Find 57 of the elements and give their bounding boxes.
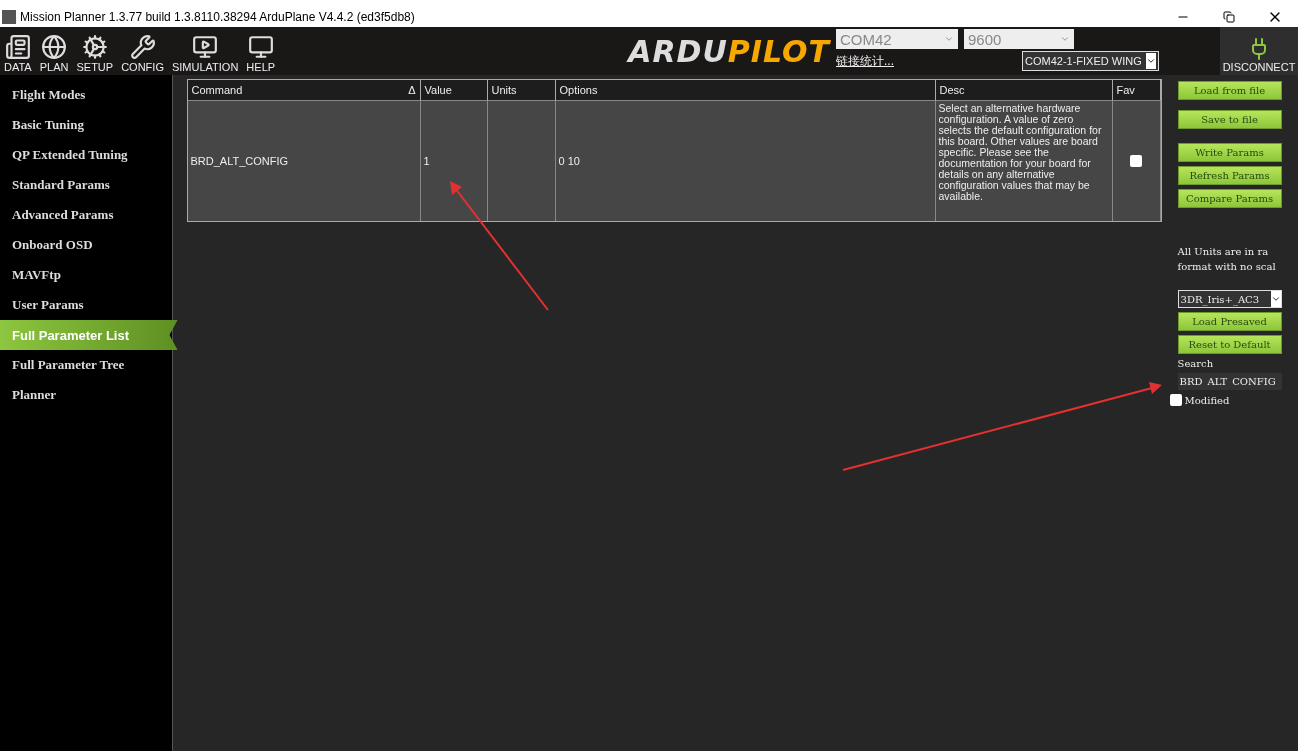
action-button[interactable]: Compare Params (1177, 189, 1282, 208)
wrench-icon (129, 34, 156, 60)
action-button[interactable]: Write Params (1177, 143, 1282, 162)
monitor-icon (247, 34, 274, 60)
sidebar-item[interactable]: Full Parameter Tree (0, 350, 172, 380)
column-header[interactable]: Options (555, 80, 936, 101)
sidebar-item[interactable]: Flight Modes (0, 80, 172, 110)
sidebar-item[interactable]: Planner (0, 380, 172, 410)
table-cell: 1 (420, 101, 488, 221)
column-header[interactable]: Desc (935, 80, 1113, 101)
fav-checkbox[interactable] (1130, 155, 1143, 167)
chevron-down-icon (944, 34, 954, 44)
newspaper-icon (4, 34, 31, 60)
preset-button[interactable]: Load Presaved (1177, 312, 1282, 331)
vehicle-dropdown[interactable]: COM42-1-FIXED WING (1022, 51, 1159, 71)
search-label: Search (1177, 358, 1215, 369)
window-title: Mission Planner 1.3.77 build 1.3.8110.38294 ArduPlane V4.4.2 (ed3f5db8) (20, 10, 416, 24)
toolbar-button[interactable]: CONFIG (117, 27, 168, 75)
monitor-icon (192, 34, 219, 60)
sidebar-item[interactable]: Advanced Params (0, 200, 172, 230)
modified-checkbox[interactable]: Modified (1169, 394, 1298, 406)
restore-icon (1223, 11, 1235, 23)
sidebar-item[interactable]: MAVFtp (0, 260, 172, 290)
chevron-down-icon (1060, 34, 1070, 44)
link-stats-link[interactable]: 链接统计... (836, 52, 1016, 70)
column-header[interactable]: Command Δ (187, 80, 421, 101)
action-button[interactable]: Save to file (1177, 110, 1282, 129)
toolbar-button[interactable]: DATA (0, 27, 36, 75)
sidebar-item[interactable]: QP Extended Tuning (0, 140, 172, 170)
chevron-down-icon (1145, 56, 1156, 66)
note-text: All Units are in ra (1177, 246, 1270, 257)
table-cell: Select an alternative hardware configuration. A value of zero selects the default configuration for this board. Other values are board specific. Please see the documentation for your board for details on any alternative configuration values that may be available. (935, 101, 1113, 221)
table-cell: BRD_ALT_CONFIG (187, 101, 421, 221)
column-header[interactable]: Value (420, 80, 488, 101)
app-icon (2, 10, 16, 24)
search-field[interactable]: BRD_ALT_CONFIG (1177, 373, 1282, 390)
action-button[interactable]: Refresh Params (1177, 166, 1282, 185)
globe-icon (41, 34, 68, 60)
disconnect-button[interactable]: DISCONNECT (1220, 27, 1298, 75)
toolbar-button[interactable]: SIMULATION (167, 27, 243, 75)
note-text: format with no scal (1177, 261, 1277, 272)
gear-icon (81, 34, 108, 60)
chevron-down-icon (1270, 294, 1281, 304)
toolbar-button[interactable]: SETUP (72, 27, 118, 75)
sidebar-item[interactable]: User Params (0, 290, 172, 320)
toolbar-button[interactable]: PLAN (35, 27, 73, 75)
sidebar-item[interactable]: Basic Tuning (0, 110, 172, 140)
table-cell: 0 10 (555, 101, 936, 221)
column-header[interactable]: Units (487, 80, 556, 101)
sidebar-item[interactable]: Onboard OSD (0, 230, 172, 260)
preset-dropdown[interactable]: 3DR_Iris+_AC3 (1177, 290, 1282, 308)
action-button[interactable]: Load from file (1177, 81, 1282, 100)
logo: ARDUPILOT (628, 33, 830, 69)
column-header[interactable]: Fav (1112, 80, 1161, 101)
sidebar-item[interactable]: Standard Params (0, 170, 172, 200)
toolbar-button[interactable]: HELP (242, 27, 280, 75)
preset-button[interactable]: Reset to Default (1177, 335, 1282, 354)
